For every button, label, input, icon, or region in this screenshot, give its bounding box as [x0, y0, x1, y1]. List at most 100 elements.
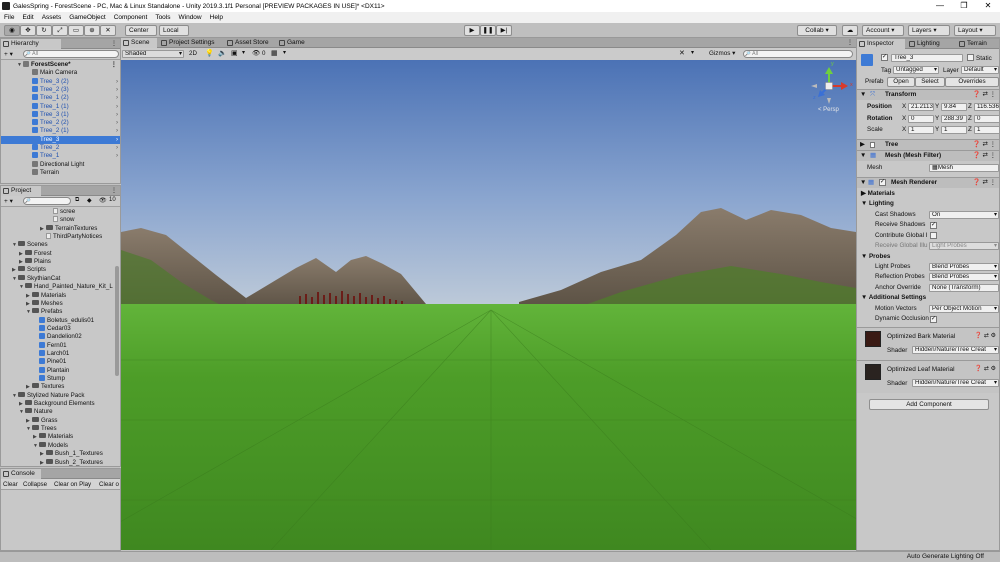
open-prefab-icon[interactable]: ›	[116, 94, 118, 102]
hand-tool-button[interactable]: ◉	[4, 25, 20, 36]
hierarchy-scene-root[interactable]: ▼ ForestScene* ⋮	[1, 61, 120, 69]
open-prefab-icon[interactable]: ›	[116, 103, 118, 111]
pivot-center-toggle[interactable]: Center	[125, 25, 157, 36]
effects-toggle-icon[interactable]: ▣	[231, 49, 238, 57]
project-item[interactable]: ▼ Stylized Nature Pack	[1, 391, 115, 400]
anchor-override-field[interactable]: None (Transform)	[929, 284, 999, 292]
project-item[interactable]: ▶ TerrainTextures	[1, 224, 115, 233]
tag-dropdown[interactable]: Untagged	[893, 66, 939, 74]
component-menu-icon[interactable]: ❓ ⇄ ⚙	[975, 365, 996, 372]
gizmos-dropdown[interactable]: Gizmos ▾	[709, 50, 735, 57]
menu-assets[interactable]: Assets	[38, 14, 66, 21]
open-prefab-icon[interactable]: ›	[116, 78, 118, 86]
hierarchy-item[interactable]: Tree_2 (1) ›	[1, 127, 120, 135]
scene-search-input[interactable]: All	[743, 50, 853, 58]
console-clear-on-build-button[interactable]: Clear o	[99, 481, 119, 488]
panel-menu-icon[interactable]: ⋮	[111, 39, 117, 49]
motion-vectors-dropdown[interactable]: Per Object Motion	[929, 305, 999, 313]
hierarchy-item[interactable]: Main Camera	[1, 69, 120, 77]
project-search-input[interactable]	[23, 197, 71, 205]
close-button[interactable]: ✕	[976, 0, 1000, 12]
tab-lighting[interactable]: Lighting	[907, 39, 955, 49]
scene-viewport[interactable]: y x z < Persp	[121, 60, 856, 550]
move-tool-button[interactable]: ✥	[20, 25, 36, 36]
project-add-button[interactable]: + ▾	[4, 197, 13, 205]
tab-terrain[interactable]: Terrain	[957, 39, 997, 49]
project-item[interactable]: ▶ Bush_1_Textures	[1, 450, 115, 458]
static-checkbox[interactable]	[967, 54, 974, 61]
hierarchy-item[interactable]: Tree_3 (1) ›	[1, 110, 120, 119]
menu-file[interactable]: File	[0, 14, 18, 21]
project-item[interactable]: ▶ Materials	[1, 291, 115, 300]
scale-tool-button[interactable]: ⤢	[52, 25, 68, 36]
tab-scene[interactable]: Scene	[121, 38, 157, 48]
project-item[interactable]: ThirdPartyNotices	[1, 233, 115, 241]
console-clear-button[interactable]: Clear	[3, 481, 18, 488]
menu-window[interactable]: Window	[175, 14, 206, 21]
project-item[interactable]: ▶ Meshes	[1, 299, 115, 308]
shader-dropdown[interactable]: Hidden/Nature/Tree Creat	[912, 379, 999, 387]
project-item[interactable]: Stump	[1, 375, 115, 383]
mesh-field[interactable]: ▦Mesh	[929, 164, 999, 172]
menu-component[interactable]: Component	[110, 14, 152, 21]
position-y-field[interactable]: 9.84	[941, 103, 967, 111]
cast-shadows-dropdown[interactable]: On	[929, 211, 999, 219]
hierarchy-item[interactable]: Tree_2 (3) ›	[1, 85, 120, 94]
maximize-button[interactable]: ❐	[952, 0, 976, 12]
shader-dropdown[interactable]: Hidden/Nature/Tree Creat	[912, 346, 999, 354]
menu-gameobject[interactable]: GameObject	[65, 14, 110, 21]
open-prefab-icon[interactable]: ›	[116, 86, 118, 94]
rotation-z-field[interactable]: 0	[974, 115, 999, 123]
layout-dropdown[interactable]: Layout ▾	[954, 25, 996, 36]
hierarchy-item[interactable]: Tree_2 ›	[1, 144, 120, 152]
project-item[interactable]: scree	[1, 208, 115, 216]
component-menu-icon[interactable]: ❓ ⇄ ⋮	[973, 140, 996, 150]
project-item[interactable]: ▶ Plains	[1, 258, 115, 266]
open-prefab-icon[interactable]: ›	[116, 136, 118, 144]
lighting-toggle-icon[interactable]: 💡	[205, 49, 214, 57]
projection-label[interactable]: < Persp	[818, 107, 839, 113]
hierarchy-search-input[interactable]: All	[23, 50, 119, 58]
tools-icon[interactable]: ✕	[679, 49, 685, 57]
component-menu-icon[interactable]: ❓ ⇄ ⚙	[975, 332, 996, 339]
reflection-probes-dropdown[interactable]: Blend Probes	[929, 273, 999, 281]
position-z-field[interactable]: 116.536	[974, 103, 999, 111]
open-prefab-icon[interactable]: ›	[116, 152, 118, 160]
cloud-button[interactable]: ☁	[842, 25, 858, 36]
receive-shadows-checkbox[interactable]: ✓	[930, 222, 937, 229]
project-item[interactable]: ▶ Background Elements	[1, 400, 115, 408]
console-collapse-button[interactable]: Collapse	[23, 481, 47, 488]
menu-tools[interactable]: Tools	[151, 14, 174, 21]
hierarchy-item[interactable]: Tree_1 ›	[1, 152, 120, 160]
camera-settings-icon[interactable]: ▦	[271, 49, 278, 57]
pause-button[interactable]: ❚❚	[480, 25, 496, 36]
dynamic-occlusion-checkbox[interactable]: ✓	[930, 316, 937, 323]
filter-label-icon[interactable]: ◆	[87, 197, 92, 204]
add-component-button[interactable]: Add Component	[869, 399, 989, 410]
2d-mode-toggle[interactable]: 2D	[189, 50, 197, 57]
component-menu-icon[interactable]: ❓ ⇄ ⋮	[973, 90, 996, 100]
scale-z-field[interactable]: 1	[974, 126, 999, 134]
project-item[interactable]: Boletus_edulis01	[1, 316, 115, 325]
project-item[interactable]: ▼ Models	[1, 441, 115, 450]
project-item[interactable]: Dandelion02	[1, 333, 115, 341]
project-item[interactable]: ▼ Prefabs	[1, 308, 115, 316]
collab-button[interactable]: Collab ▾	[797, 25, 837, 36]
play-button[interactable]: ▶	[464, 25, 480, 36]
project-item[interactable]: Fern01	[1, 341, 115, 350]
tab-project-settings[interactable]: Project Settings	[159, 38, 221, 48]
contribute-gi-checkbox[interactable]	[930, 232, 937, 239]
project-item[interactable]: Cedar03	[1, 324, 115, 333]
open-prefab-icon[interactable]: ›	[116, 119, 118, 127]
project-item[interactable]: Plantain	[1, 366, 115, 375]
rotate-tool-button[interactable]: ↻	[36, 25, 52, 36]
step-button[interactable]: ▶|	[496, 25, 512, 36]
open-prefab-icon[interactable]: ›	[116, 144, 118, 152]
mesh-renderer-header[interactable]: ▼ ▦ ✓ Mesh Renderer ❓ ⇄ ⋮	[857, 177, 999, 188]
tab-asset-store[interactable]: Asset Store	[225, 38, 275, 48]
materials-foldout[interactable]: ▶ Materials	[861, 189, 895, 199]
light-probes-dropdown[interactable]: Blend Probes	[929, 263, 999, 271]
panel-menu-icon[interactable]: ⋮	[111, 186, 117, 196]
hierarchy-item[interactable]: Tree_3 (2) ›	[1, 77, 120, 86]
effects-dropdown-icon[interactable]: ▾	[242, 49, 245, 56]
